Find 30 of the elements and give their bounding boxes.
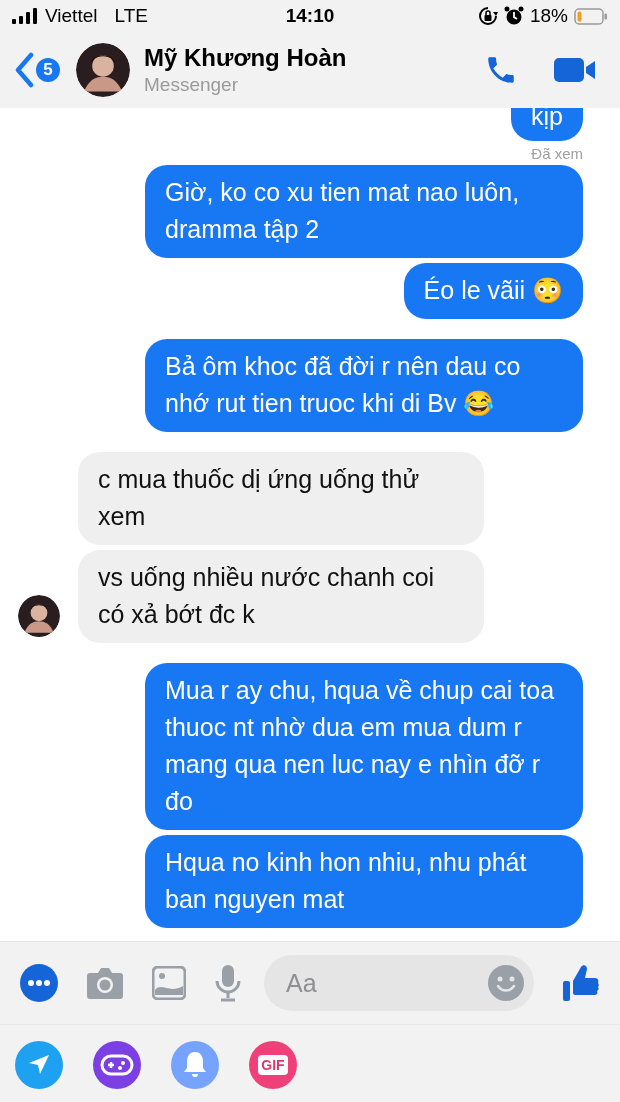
emoji-icon[interactable] xyxy=(488,965,524,1001)
back-button[interactable]: 5 xyxy=(14,52,60,88)
sent-message: Éo le vãii 😳 xyxy=(403,263,583,319)
game-controller-icon[interactable] xyxy=(93,1041,141,1089)
contact-name: Mỹ Khương Hoàn xyxy=(144,44,347,72)
microphone-icon[interactable] xyxy=(214,964,242,1002)
video-call-icon[interactable] xyxy=(554,56,596,84)
clock-time: 14:10 xyxy=(285,5,335,26)
rotation-lock-icon xyxy=(477,6,498,26)
more-icon[interactable] xyxy=(20,964,58,1002)
network-type: LTE xyxy=(114,5,148,27)
sent-message: Mua r ay chu, hqua về chup cai toa thuoc nt nhờ dua em mua dum r mang qua nen luc nay e nhìn đỡ r đo xyxy=(145,663,583,830)
bell-icon[interactable] xyxy=(171,1041,219,1089)
sent-message: Hqua no kinh hon nhiu, nhu phát ban nguyen mat xyxy=(145,835,583,928)
sent-message: Giờ, ko co xu tien mat nao luôn, dramma tập 2 xyxy=(145,165,583,258)
seen-receipt: Đã xem xyxy=(531,145,583,162)
battery-percent: 18% xyxy=(529,5,568,27)
signal-icon xyxy=(12,8,38,24)
sent-message: Bả ôm khoc đã đời r nên dau co nhớ rut tien truoc khi di Bv 😂 xyxy=(145,339,583,432)
contact-subtitle: Messenger xyxy=(144,74,238,96)
gif-button[interactable]: GIF xyxy=(249,1041,297,1089)
image-icon[interactable] xyxy=(152,966,186,1000)
carrier-name: Viettel xyxy=(45,5,98,27)
received-message: c mua thuốc dị ứng uống thử xem xyxy=(78,452,484,545)
alarm-icon xyxy=(503,6,524,26)
received-message: vs uống nhiều nước chanh coi có xả bớt đc k xyxy=(78,550,484,643)
battery-icon xyxy=(574,7,608,25)
camera-icon[interactable] xyxy=(86,966,124,1000)
thumbs-up-icon[interactable] xyxy=(562,963,600,1003)
message-field[interactable]: Aa xyxy=(264,955,534,1011)
